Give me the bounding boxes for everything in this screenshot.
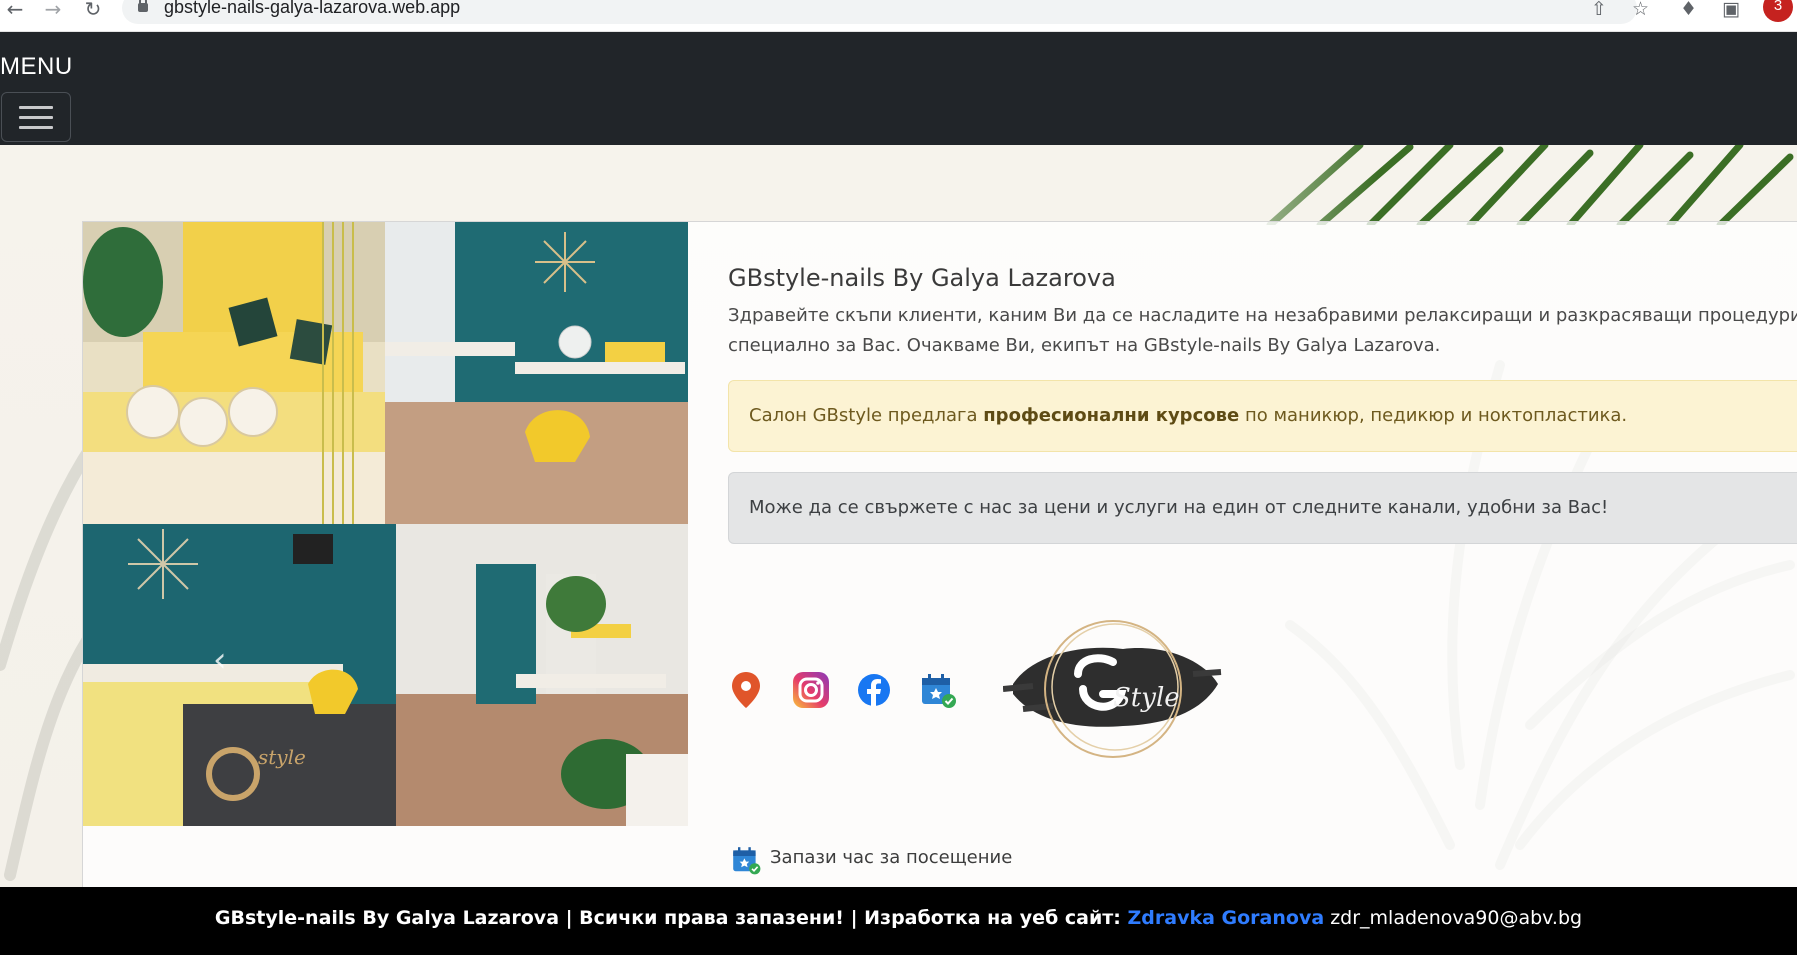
instagram-icon[interactable]: [791, 670, 831, 710]
courses-alert-highlight: професионални курсове: [983, 405, 1240, 426]
extensions-puzzle-icon[interactable]: ♦: [1680, 0, 1697, 20]
hamburger-icon: [19, 106, 53, 109]
salon-photo-gallery[interactable]: style ‹: [83, 222, 688, 826]
bookmark-star-icon[interactable]: ☆: [1632, 0, 1649, 20]
share-icon[interactable]: ⇧: [1591, 0, 1607, 20]
carousel-prev-icon[interactable]: ‹: [213, 640, 237, 680]
hero-section: style ‹ GBstyle-nails By Galya Lazarova …: [0, 145, 1797, 887]
courses-alert-prefix: Салон GBstyle предлага: [749, 405, 984, 426]
gbstyle-logo: Style: [1002, 614, 1223, 764]
site-footer: GBstyle-nails By Galya Lazarova | Всички…: [0, 887, 1797, 955]
footer-text: GBstyle-nails By Galya Lazarova | Всички…: [215, 907, 1582, 929]
hamburger-line: [19, 116, 53, 119]
contact-alert: Може да се свържете с нас за цени и услу…: [728, 472, 1797, 544]
calendar-booking-icon[interactable]: [918, 670, 958, 710]
author-link[interactable]: Zdravka Goranova: [1128, 907, 1325, 929]
courses-alert-suffix: по маникюр, педикюр и ноктопластика.: [1239, 405, 1628, 426]
calendar-booking-icon: [730, 844, 761, 875]
info-card: style ‹ GBstyle-nails By Galya Lazarova …: [82, 221, 1797, 887]
reload-icon[interactable]: ↻: [80, 0, 106, 24]
back-arrow-icon[interactable]: ←: [2, 0, 28, 24]
profile-avatar[interactable]: 3: [1763, 0, 1793, 22]
url-text: gbstyle-nails-galya-lazarova.web.app: [164, 0, 461, 17]
browser-toolbar: ← → ↻ gbstyle-nails-galya-lazarova.web.a…: [0, 0, 1797, 32]
photo-salon-room: [396, 524, 688, 826]
page-title: GBstyle-nails By Galya Lazarova: [728, 264, 1116, 292]
intro-text: Здравейте скъпи клиенти, каним Ви да се …: [728, 305, 1797, 356]
booking-label: Запази час за посещение: [770, 847, 1013, 868]
navbar-brand[interactable]: MENU: [0, 53, 73, 81]
logo-wordmark: Style: [1113, 683, 1180, 713]
photo-reception-desk: style: [83, 524, 396, 826]
svg-text:style: style: [258, 745, 306, 769]
side-panel-icon[interactable]: ▣: [1722, 0, 1740, 20]
photo-manicure-desks: [385, 222, 688, 524]
photo-pedicure-lounge: [83, 222, 385, 524]
footer-copyright: GBstyle-nails By Galya Lazarova | Всички…: [214, 907, 1128, 929]
courses-alert: Салон GBstyle предлага професионални кур…: [728, 380, 1797, 452]
lock-icon: [138, 0, 148, 12]
facebook-icon[interactable]: [854, 670, 894, 710]
forward-arrow-icon[interactable]: →: [40, 0, 66, 24]
address-bar[interactable]: gbstyle-nails-galya-lazarova.web.app: [122, 0, 1637, 24]
hamburger-line: [19, 126, 53, 129]
location-pin-icon[interactable]: [728, 670, 768, 710]
menu-toggle-button[interactable]: [1, 92, 71, 142]
footer-email: zdr_mladenova90@abv.bg: [1324, 907, 1583, 929]
site-navbar: MENU: [0, 32, 1797, 145]
